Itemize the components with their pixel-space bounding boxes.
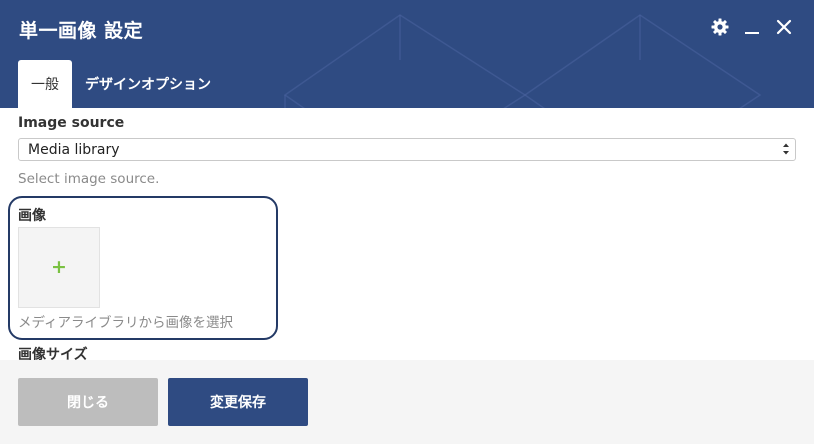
window-controls xyxy=(710,17,794,37)
close-button[interactable] xyxy=(774,17,794,37)
image-source-label: Image source xyxy=(18,115,125,131)
save-changes-button[interactable]: 変更保存 xyxy=(168,378,308,426)
dialog-title: 単一画像 設定 xyxy=(19,20,144,42)
image-help: メディアライブラリから画像を選択 xyxy=(18,315,234,331)
minimize-icon xyxy=(745,32,759,34)
image-source-help: Select image source. xyxy=(18,171,160,187)
tab-design-options[interactable]: デザインオプション xyxy=(72,60,224,108)
plus-icon: + xyxy=(51,256,67,278)
dialog-header: 単一画像 設定 一般 デザインオプション xyxy=(0,0,814,108)
settings-button[interactable] xyxy=(710,17,730,37)
gear-icon xyxy=(711,18,729,36)
tab-bar: 一般 デザインオプション xyxy=(18,60,224,108)
dialog-footer: 閉じる 変更保存 xyxy=(0,360,814,444)
close-dialog-button[interactable]: 閉じる xyxy=(18,378,158,426)
tab-general[interactable]: 一般 xyxy=(18,60,72,108)
close-icon xyxy=(776,19,792,35)
add-image-button[interactable]: + xyxy=(18,227,100,308)
select-arrows-icon xyxy=(783,143,789,155)
settings-form: Image source Media library Select image … xyxy=(0,108,814,360)
image-label: 画像 xyxy=(18,208,46,224)
image-source-select[interactable]: Media library xyxy=(18,138,796,161)
image-source-value: Media library xyxy=(28,142,120,158)
minimize-button[interactable] xyxy=(742,17,762,37)
image-size-label: 画像サイズ xyxy=(18,347,88,360)
